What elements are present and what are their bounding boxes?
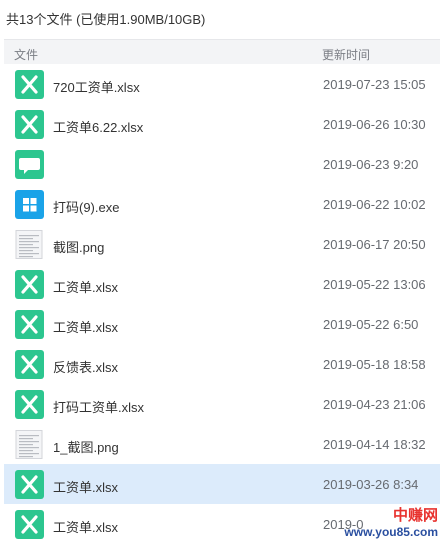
file-updated-time: 2019-05-22 6:50 xyxy=(323,317,419,332)
watermark-title: 中赚网 xyxy=(392,507,438,524)
file-updated-time: 2019-07-23 15:05 xyxy=(323,77,426,92)
file-name[interactable]: 工资单.xlsx xyxy=(53,517,118,536)
file-updated-time: 2019-06-26 10:30 xyxy=(323,117,426,132)
excel-icon xyxy=(15,350,44,379)
file-list: 720工资单.xlsx 2019-07-23 15:05 工资单6.22.xlsx 2… xyxy=(0,64,444,544)
windows-exe-icon xyxy=(15,190,44,219)
file-updated-time: 2019-04-23 21:06 xyxy=(323,397,426,412)
file-name[interactable]: 工资单.xlsx xyxy=(53,477,118,496)
file-name[interactable]: 工资单.xlsx xyxy=(53,317,118,336)
file-name[interactable]: 工资单6.22.xlsx xyxy=(53,117,143,136)
file-row[interactable]: 工资单6.22.xlsx 2019-06-26 10:30 xyxy=(0,104,444,144)
image-thumbnail-icon xyxy=(15,230,44,259)
file-updated-time: 2019-06-17 20:50 xyxy=(323,237,426,252)
excel-icon xyxy=(15,270,44,299)
excel-icon xyxy=(15,510,44,539)
file-row[interactable]: 截图.png 2019-06-17 20:50 xyxy=(0,224,444,264)
file-updated-time: 2019-03-26 8:34 xyxy=(323,477,419,492)
watermark-url: www.you85.com xyxy=(344,525,438,539)
column-header-time[interactable]: 更新时间 xyxy=(322,46,370,63)
file-row[interactable]: 720工资单.xlsx 2019-07-23 15:05 xyxy=(0,64,444,104)
file-row[interactable]: 打码(9).exe 2019-06-22 10:02 xyxy=(0,184,444,224)
file-row[interactable]: 反馈表.xlsx 2019-05-18 18:58 xyxy=(0,344,444,384)
file-row[interactable]: 工资单.xlsx 2019-03-26 8:34 xyxy=(4,464,440,504)
excel-icon xyxy=(15,70,44,99)
excel-icon xyxy=(15,470,44,499)
column-header-name[interactable]: 文件 xyxy=(14,46,38,63)
file-list-page: 共13个文件 (已使用1.90MB/10GB) 文件 更新时间 720工资单.x… xyxy=(0,0,444,549)
file-name[interactable]: 1_截图.png xyxy=(53,437,119,456)
image-thumbnail-icon xyxy=(15,430,44,459)
file-updated-time: 2019-04-14 18:32 xyxy=(323,437,426,452)
chat-bubble-icon xyxy=(15,150,44,179)
excel-icon xyxy=(15,390,44,419)
file-name[interactable]: 打码(9).exe xyxy=(53,197,119,216)
excel-icon xyxy=(15,110,44,139)
site-watermark: 中赚网 www.you85.com xyxy=(342,507,438,545)
file-name[interactable]: 工资单.xlsx xyxy=(53,277,118,296)
file-name[interactable]: 720工资单.xlsx xyxy=(53,77,140,96)
file-row[interactable]: 工资单.xlsx 2019-05-22 13:06 xyxy=(0,264,444,304)
file-row[interactable]: 打码工资单.xlsx 2019-04-23 21:06 xyxy=(0,384,444,424)
file-updated-time: 2019-05-18 18:58 xyxy=(323,357,426,372)
file-updated-time: 2019-06-22 10:02 xyxy=(323,197,426,212)
storage-summary: 共13个文件 (已使用1.90MB/10GB) xyxy=(6,12,206,27)
file-row[interactable]: 工资单.xlsx 2019-05-22 6:50 xyxy=(0,304,444,344)
file-name[interactable]: 打码工资单.xlsx xyxy=(53,397,144,416)
file-row[interactable]: 2019-06-23 9:20 xyxy=(0,144,444,184)
list-header: 文件 更新时间 xyxy=(4,39,440,66)
file-name[interactable]: 反馈表.xlsx xyxy=(53,357,118,376)
file-updated-time: 2019-05-22 13:06 xyxy=(323,277,426,292)
file-updated-time: 2019-06-23 9:20 xyxy=(323,157,419,172)
file-name[interactable]: 截图.png xyxy=(53,237,104,256)
excel-icon xyxy=(15,310,44,339)
file-row[interactable]: 1_截图.png 2019-04-14 18:32 xyxy=(0,424,444,464)
